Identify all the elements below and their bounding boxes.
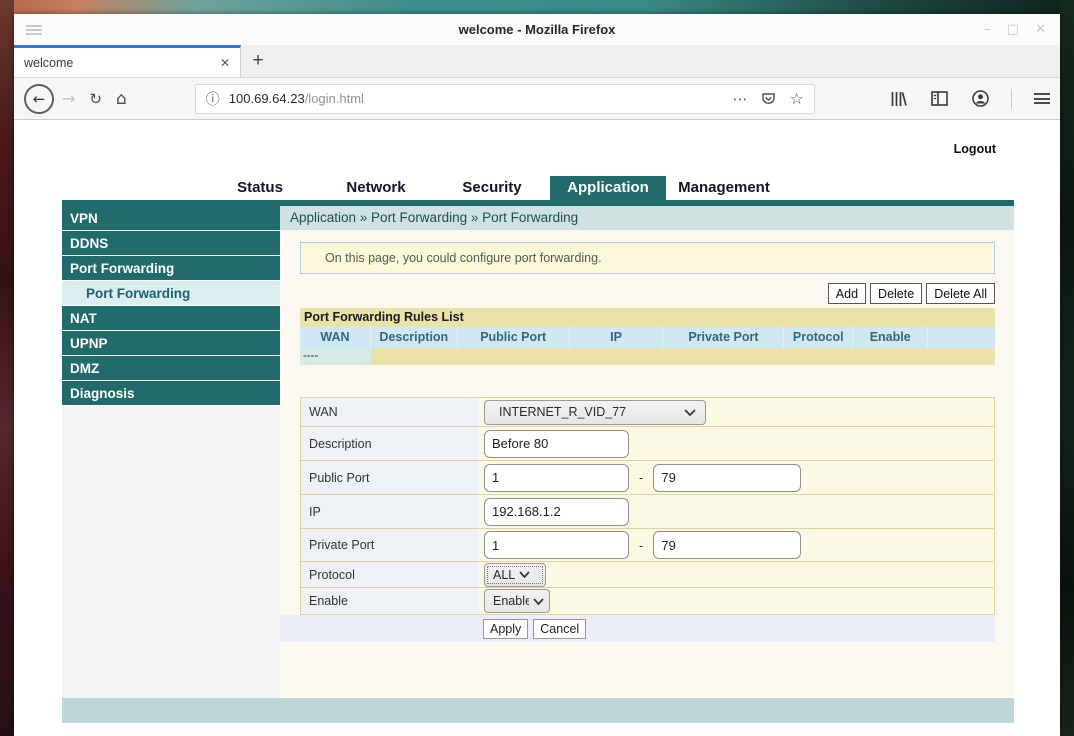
col-wan: WAN bbox=[300, 327, 371, 348]
content-panel: Application » Port Forwarding » Port For… bbox=[280, 206, 1014, 698]
protocol-select[interactable]: ALL bbox=[484, 563, 546, 587]
sidebar-toggle-icon[interactable] bbox=[931, 91, 948, 106]
description-field[interactable] bbox=[484, 430, 629, 458]
ip-label: IP bbox=[301, 495, 479, 528]
col-enable: Enable bbox=[853, 327, 928, 348]
window-title: welcome - Mozilla Firefox bbox=[14, 22, 1060, 37]
range-dash: - bbox=[639, 538, 643, 553]
rules-header-row: WAN Description Public Port IP Private P… bbox=[300, 327, 995, 348]
sidebar-item-port-forwarding-sub[interactable]: Port Forwarding bbox=[62, 281, 280, 306]
form-footer: Apply Cancel bbox=[280, 615, 995, 642]
pocket-icon[interactable] bbox=[761, 92, 776, 106]
sidebar: VPN DDNS Port Forwarding Port Forwarding… bbox=[62, 206, 280, 698]
private-port-label: Private Port bbox=[301, 529, 479, 561]
url-host: 100.69.64.23 bbox=[229, 91, 305, 106]
enable-select[interactable]: Enable bbox=[484, 589, 550, 613]
public-port-from-field[interactable] bbox=[484, 464, 629, 492]
chevron-down-icon bbox=[533, 598, 544, 605]
apply-button[interactable]: Apply bbox=[483, 619, 528, 639]
minimize-button[interactable]: – bbox=[984, 22, 991, 37]
delete-button[interactable]: Delete bbox=[870, 283, 922, 304]
close-button[interactable]: ✕ bbox=[1035, 22, 1046, 37]
protocol-label: Protocol bbox=[301, 562, 479, 587]
maximize-button[interactable]: □ bbox=[1007, 22, 1019, 37]
delete-all-button[interactable]: Delete All bbox=[926, 283, 995, 304]
sidebar-item-upnp[interactable]: UPNP bbox=[62, 331, 280, 356]
rules-list-table: Port Forwarding Rules List WAN Descripti… bbox=[300, 308, 995, 365]
enable-select-value: Enable bbox=[493, 594, 529, 608]
row-wan-cell: ---- bbox=[300, 348, 371, 365]
sidebar-item-dmz[interactable]: DMZ bbox=[62, 356, 280, 381]
bookmark-star-icon[interactable]: ☆ bbox=[789, 89, 803, 108]
protocol-select-value: ALL bbox=[493, 568, 515, 582]
port-forwarding-form: WAN INTERNET_R_VID_77 bbox=[300, 397, 995, 615]
tab-title: welcome bbox=[24, 56, 220, 70]
site-info-icon[interactable]: ⓘ bbox=[206, 89, 220, 109]
rule-action-buttons: Add Delete Delete All bbox=[280, 283, 995, 304]
col-private-port: Private Port bbox=[663, 327, 784, 348]
chevron-down-icon bbox=[519, 571, 530, 578]
sidebar-item-nat[interactable]: NAT bbox=[62, 306, 280, 331]
top-nav-tabs: Status Network Security Application Mana… bbox=[62, 176, 1014, 200]
wan-label: WAN bbox=[301, 398, 479, 426]
new-tab-button[interactable]: + bbox=[241, 45, 275, 77]
logout-link[interactable]: Logout bbox=[954, 142, 996, 156]
table-row: ---- bbox=[300, 348, 995, 365]
tab-security[interactable]: Security bbox=[434, 176, 550, 200]
wan-select[interactable]: INTERNET_R_VID_77 bbox=[484, 400, 706, 425]
home-button[interactable]: ⌂ bbox=[116, 89, 127, 109]
page-actions-icon[interactable]: ⋯ bbox=[732, 90, 748, 108]
navigation-toolbar: ← → ↻ ⌂ ⓘ 100.69.64.23 /login.html ⋯ ☆ bbox=[14, 78, 1060, 120]
col-ip: IP bbox=[570, 327, 664, 348]
col-public-port: Public Port bbox=[458, 327, 570, 348]
firefox-window: welcome - Mozilla Firefox – □ ✕ welcome … bbox=[14, 14, 1060, 736]
tab-application[interactable]: Application bbox=[550, 176, 666, 200]
reload-button[interactable]: ↻ bbox=[89, 90, 102, 108]
sidebar-item-ddns[interactable]: DDNS bbox=[62, 231, 280, 256]
tab-network[interactable]: Network bbox=[318, 176, 434, 200]
chevron-down-icon bbox=[684, 409, 696, 416]
private-port-to-field[interactable] bbox=[653, 531, 801, 559]
col-description: Description bbox=[371, 327, 458, 348]
col-empty bbox=[928, 327, 995, 348]
breadcrumb: Application » Port Forwarding » Port For… bbox=[280, 206, 1014, 230]
sidebar-item-vpn[interactable]: VPN bbox=[62, 206, 280, 231]
wan-select-value: INTERNET_R_VID_77 bbox=[499, 405, 684, 419]
tab-close-icon[interactable]: ✕ bbox=[220, 56, 230, 70]
tab-status[interactable]: Status bbox=[202, 176, 318, 200]
enable-label: Enable bbox=[301, 588, 479, 614]
public-port-to-field[interactable] bbox=[653, 464, 801, 492]
desktop-wallpaper-right bbox=[1060, 0, 1074, 736]
rules-list-title: Port Forwarding Rules List bbox=[300, 308, 995, 327]
private-port-from-field[interactable] bbox=[484, 531, 629, 559]
tab-bar: welcome ✕ + bbox=[14, 45, 1060, 78]
ip-field[interactable] bbox=[484, 498, 629, 526]
public-port-label: Public Port bbox=[301, 461, 479, 494]
app-menu-icon[interactable] bbox=[1034, 93, 1050, 104]
back-button[interactable]: ← bbox=[24, 84, 54, 114]
library-icon[interactable] bbox=[890, 91, 907, 107]
desktop-wallpaper-top bbox=[0, 0, 1074, 14]
desktop-wallpaper-left bbox=[0, 0, 14, 736]
cancel-button[interactable]: Cancel bbox=[533, 619, 586, 639]
sidebar-item-port-forwarding[interactable]: Port Forwarding bbox=[62, 256, 280, 281]
range-dash: - bbox=[639, 470, 643, 485]
description-label: Description bbox=[301, 427, 479, 460]
forward-button[interactable]: → bbox=[62, 89, 75, 108]
page-viewport: Logout Status Network Security Applicati… bbox=[14, 120, 1060, 736]
sidebar-item-diagnosis[interactable]: Diagnosis bbox=[62, 381, 280, 406]
url-path: /login.html bbox=[305, 91, 364, 106]
add-button[interactable]: Add bbox=[828, 283, 866, 304]
account-icon[interactable] bbox=[972, 90, 989, 107]
col-protocol: Protocol bbox=[784, 327, 853, 348]
title-bar: welcome - Mozilla Firefox – □ ✕ bbox=[14, 14, 1060, 45]
page-footer-bar bbox=[62, 698, 1014, 723]
toolbar-separator bbox=[1011, 89, 1012, 109]
url-bar[interactable]: ⓘ 100.69.64.23 /login.html ⋯ ☆ bbox=[195, 84, 815, 114]
info-message: On this page, you could configure port f… bbox=[300, 242, 995, 274]
tab-management[interactable]: Management bbox=[666, 176, 782, 200]
tab-welcome[interactable]: welcome ✕ bbox=[14, 45, 241, 77]
